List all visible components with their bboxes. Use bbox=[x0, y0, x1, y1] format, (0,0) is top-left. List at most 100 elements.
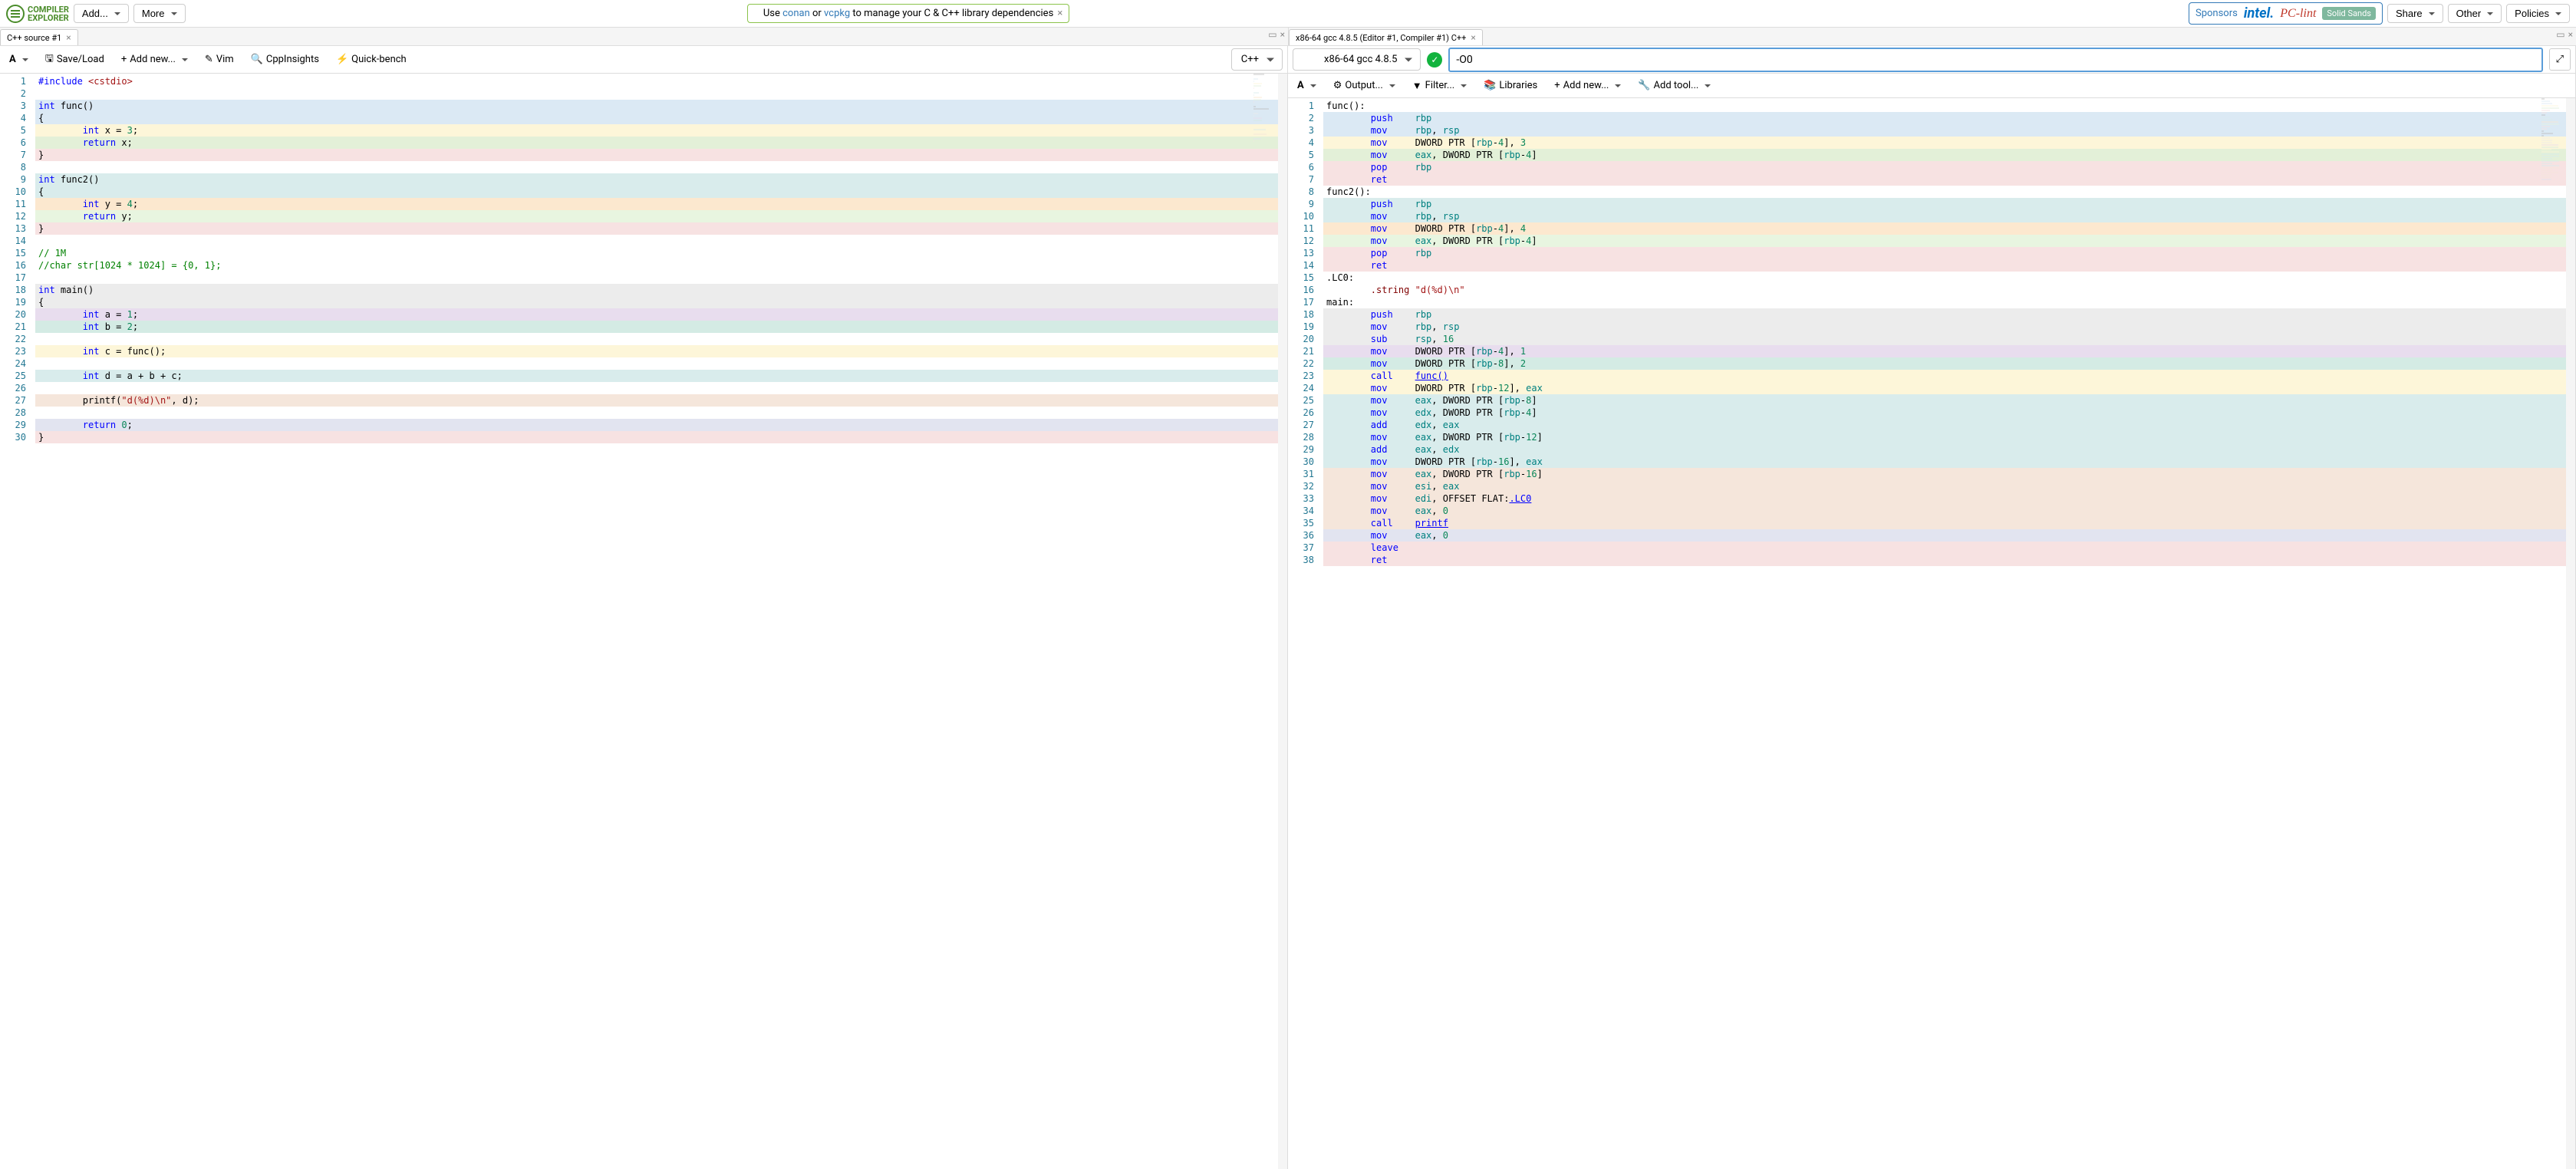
share-button[interactable]: Share bbox=[2387, 4, 2443, 23]
close-pane-icon[interactable]: × bbox=[1280, 29, 1285, 40]
code-line[interactable] bbox=[35, 272, 1287, 284]
code-line[interactable]: mov eax, DWORD PTR [rbp-12] bbox=[1323, 431, 2575, 443]
code-line[interactable]: } bbox=[35, 222, 1287, 235]
code-line[interactable] bbox=[35, 235, 1287, 247]
scrollbar-vertical[interactable] bbox=[2566, 98, 2575, 1169]
code-line[interactable]: mov DWORD PTR [rbp-4], 3 bbox=[1323, 137, 2575, 149]
flags-expand-icon[interactable]: ⤢ bbox=[2549, 48, 2571, 71]
code-line[interactable]: mov DWORD PTR [rbp-12], eax bbox=[1323, 382, 2575, 394]
more-button[interactable]: More bbox=[133, 4, 186, 23]
maximize-icon[interactable]: ▭ bbox=[2556, 29, 2564, 40]
code-line[interactable]: ret bbox=[1323, 554, 2575, 566]
compiler-flags-input[interactable] bbox=[1448, 48, 2542, 72]
code-line[interactable]: // 1M bbox=[35, 247, 1287, 259]
code-line[interactable]: int x = 3; bbox=[35, 124, 1287, 137]
code-line[interactable]: mov DWORD PTR [rbp-16], eax bbox=[1323, 456, 2575, 468]
compiler-select[interactable]: x86-64 gcc 4.8.5 bbox=[1293, 48, 1421, 71]
minimap[interactable] bbox=[1253, 74, 1276, 1169]
code-line[interactable]: pop rbp bbox=[1323, 161, 2575, 173]
code-line[interactable]: ret bbox=[1323, 259, 2575, 272]
vim-button[interactable]: ✎Vim bbox=[200, 51, 239, 68]
code-line[interactable]: mov rbp, rsp bbox=[1323, 210, 2575, 222]
code-line[interactable] bbox=[35, 161, 1287, 173]
code-line[interactable]: int c = func(); bbox=[35, 345, 1287, 357]
close-icon[interactable]: × bbox=[1471, 32, 1475, 43]
code-line[interactable]: .LC0: bbox=[1323, 272, 2575, 284]
libraries-button[interactable]: 📚Libraries bbox=[1479, 77, 1542, 94]
code-line[interactable] bbox=[35, 333, 1287, 345]
output-button[interactable]: ⚙Output... bbox=[1329, 77, 1400, 94]
compiler-tab[interactable]: x86-64 gcc 4.8.5 (Editor #1, Compiler #1… bbox=[1289, 29, 1483, 45]
banner-close-icon[interactable]: × bbox=[1057, 8, 1062, 19]
vcpkg-link[interactable]: vcpkg bbox=[824, 8, 850, 19]
code-line[interactable]: #include <cstdio> bbox=[35, 75, 1287, 87]
asm-editor[interactable]: 1234567891011121314151617181920212223242… bbox=[1288, 98, 2575, 1169]
filter-button[interactable]: ▼Filter... bbox=[1408, 77, 1471, 95]
font-button[interactable]: A bbox=[5, 51, 33, 68]
code-line[interactable]: mov eax, DWORD PTR [rbp-16] bbox=[1323, 468, 2575, 480]
code-line[interactable]: mov DWORD PTR [rbp-4], 1 bbox=[1323, 345, 2575, 357]
code-line[interactable]: return 0; bbox=[35, 419, 1287, 431]
code-line[interactable]: int b = 2; bbox=[35, 321, 1287, 333]
code-line[interactable]: //char str[1024 * 1024] = {0, 1}; bbox=[35, 259, 1287, 272]
code-line[interactable]: mov rbp, rsp bbox=[1323, 321, 2575, 333]
code-line[interactable]: mov eax, DWORD PTR [rbp-4] bbox=[1323, 149, 2575, 161]
addnew-button[interactable]: +Add new... bbox=[117, 51, 193, 68]
quickbench-button[interactable]: ⚡Quick-bench bbox=[331, 51, 411, 68]
code-line[interactable] bbox=[35, 407, 1287, 419]
code-line[interactable]: mov edi, OFFSET FLAT:.LC0 bbox=[1323, 492, 2575, 505]
code-line[interactable]: mov esi, eax bbox=[1323, 480, 2575, 492]
code-line[interactable]: mov DWORD PTR [rbp-8], 2 bbox=[1323, 357, 2575, 370]
code-line[interactable] bbox=[35, 87, 1287, 100]
code-line[interactable] bbox=[35, 382, 1287, 394]
asm-code[interactable]: func(): push rbp mov rbp, rsp mov DWORD … bbox=[1323, 98, 2575, 1169]
code-line[interactable]: { bbox=[35, 186, 1287, 198]
code-line[interactable]: .string "d(%d)\n" bbox=[1323, 284, 2575, 296]
code-line[interactable]: { bbox=[35, 296, 1287, 308]
add-button[interactable]: Add... bbox=[74, 4, 129, 23]
code-line[interactable]: mov eax, DWORD PTR [rbp-4] bbox=[1323, 235, 2575, 247]
minimap[interactable] bbox=[2541, 98, 2564, 1169]
code-line[interactable]: int func() bbox=[35, 100, 1287, 112]
code-line[interactable]: push rbp bbox=[1323, 112, 2575, 124]
source-code[interactable]: #include <cstdio>int func(){ int x = 3; … bbox=[35, 74, 1287, 1169]
close-pane-icon[interactable]: × bbox=[2568, 29, 2573, 40]
code-line[interactable]: sub rsp, 16 bbox=[1323, 333, 2575, 345]
code-line[interactable]: pop rbp bbox=[1323, 247, 2575, 259]
font-button[interactable]: A bbox=[1293, 77, 1321, 94]
code-line[interactable] bbox=[35, 357, 1287, 370]
code-line[interactable]: printf("d(%d)\n", d); bbox=[35, 394, 1287, 407]
code-line[interactable]: mov rbp, rsp bbox=[1323, 124, 2575, 137]
code-line[interactable]: func(): bbox=[1323, 100, 2575, 112]
code-line[interactable]: mov eax, 0 bbox=[1323, 505, 2575, 517]
policies-button[interactable]: Policies bbox=[2506, 4, 2570, 23]
code-line[interactable]: int main() bbox=[35, 284, 1287, 296]
close-icon[interactable]: × bbox=[66, 32, 71, 43]
language-select[interactable]: C++ bbox=[1231, 48, 1283, 71]
saveload-button[interactable]: 🖫Save/Load bbox=[41, 48, 109, 71]
code-line[interactable]: func2(): bbox=[1323, 186, 2575, 198]
source-tab[interactable]: C++ source #1 × bbox=[0, 29, 78, 45]
code-line[interactable]: { bbox=[35, 112, 1287, 124]
code-line[interactable]: int d = a + b + c; bbox=[35, 370, 1287, 382]
code-line[interactable]: ret bbox=[1323, 173, 2575, 186]
code-line[interactable]: add eax, edx bbox=[1323, 443, 2575, 456]
scrollbar-vertical[interactable] bbox=[1278, 74, 1287, 1169]
code-line[interactable]: return x; bbox=[35, 137, 1287, 149]
maximize-icon[interactable]: ▭ bbox=[1268, 29, 1276, 40]
code-line[interactable]: push rbp bbox=[1323, 198, 2575, 210]
addnew-button[interactable]: +Add new... bbox=[1550, 77, 1626, 94]
code-line[interactable]: leave bbox=[1323, 542, 2575, 554]
addtool-button[interactable]: 🔧Add tool... bbox=[1633, 77, 1715, 94]
conan-link[interactable]: conan bbox=[782, 8, 810, 19]
code-line[interactable]: int a = 1; bbox=[35, 308, 1287, 321]
source-editor[interactable]: 1234567891011121314151617181920212223242… bbox=[0, 74, 1287, 1169]
code-line[interactable]: int func2() bbox=[35, 173, 1287, 186]
cppinsights-button[interactable]: 🔍CppInsights bbox=[246, 51, 324, 68]
code-line[interactable]: } bbox=[35, 149, 1287, 161]
code-line[interactable]: call func() bbox=[1323, 370, 2575, 382]
logo[interactable]: COMPILER EXPLORER bbox=[6, 5, 69, 23]
code-line[interactable]: mov eax, DWORD PTR [rbp-8] bbox=[1323, 394, 2575, 407]
code-line[interactable]: add edx, eax bbox=[1323, 419, 2575, 431]
code-line[interactable]: mov edx, DWORD PTR [rbp-4] bbox=[1323, 407, 2575, 419]
